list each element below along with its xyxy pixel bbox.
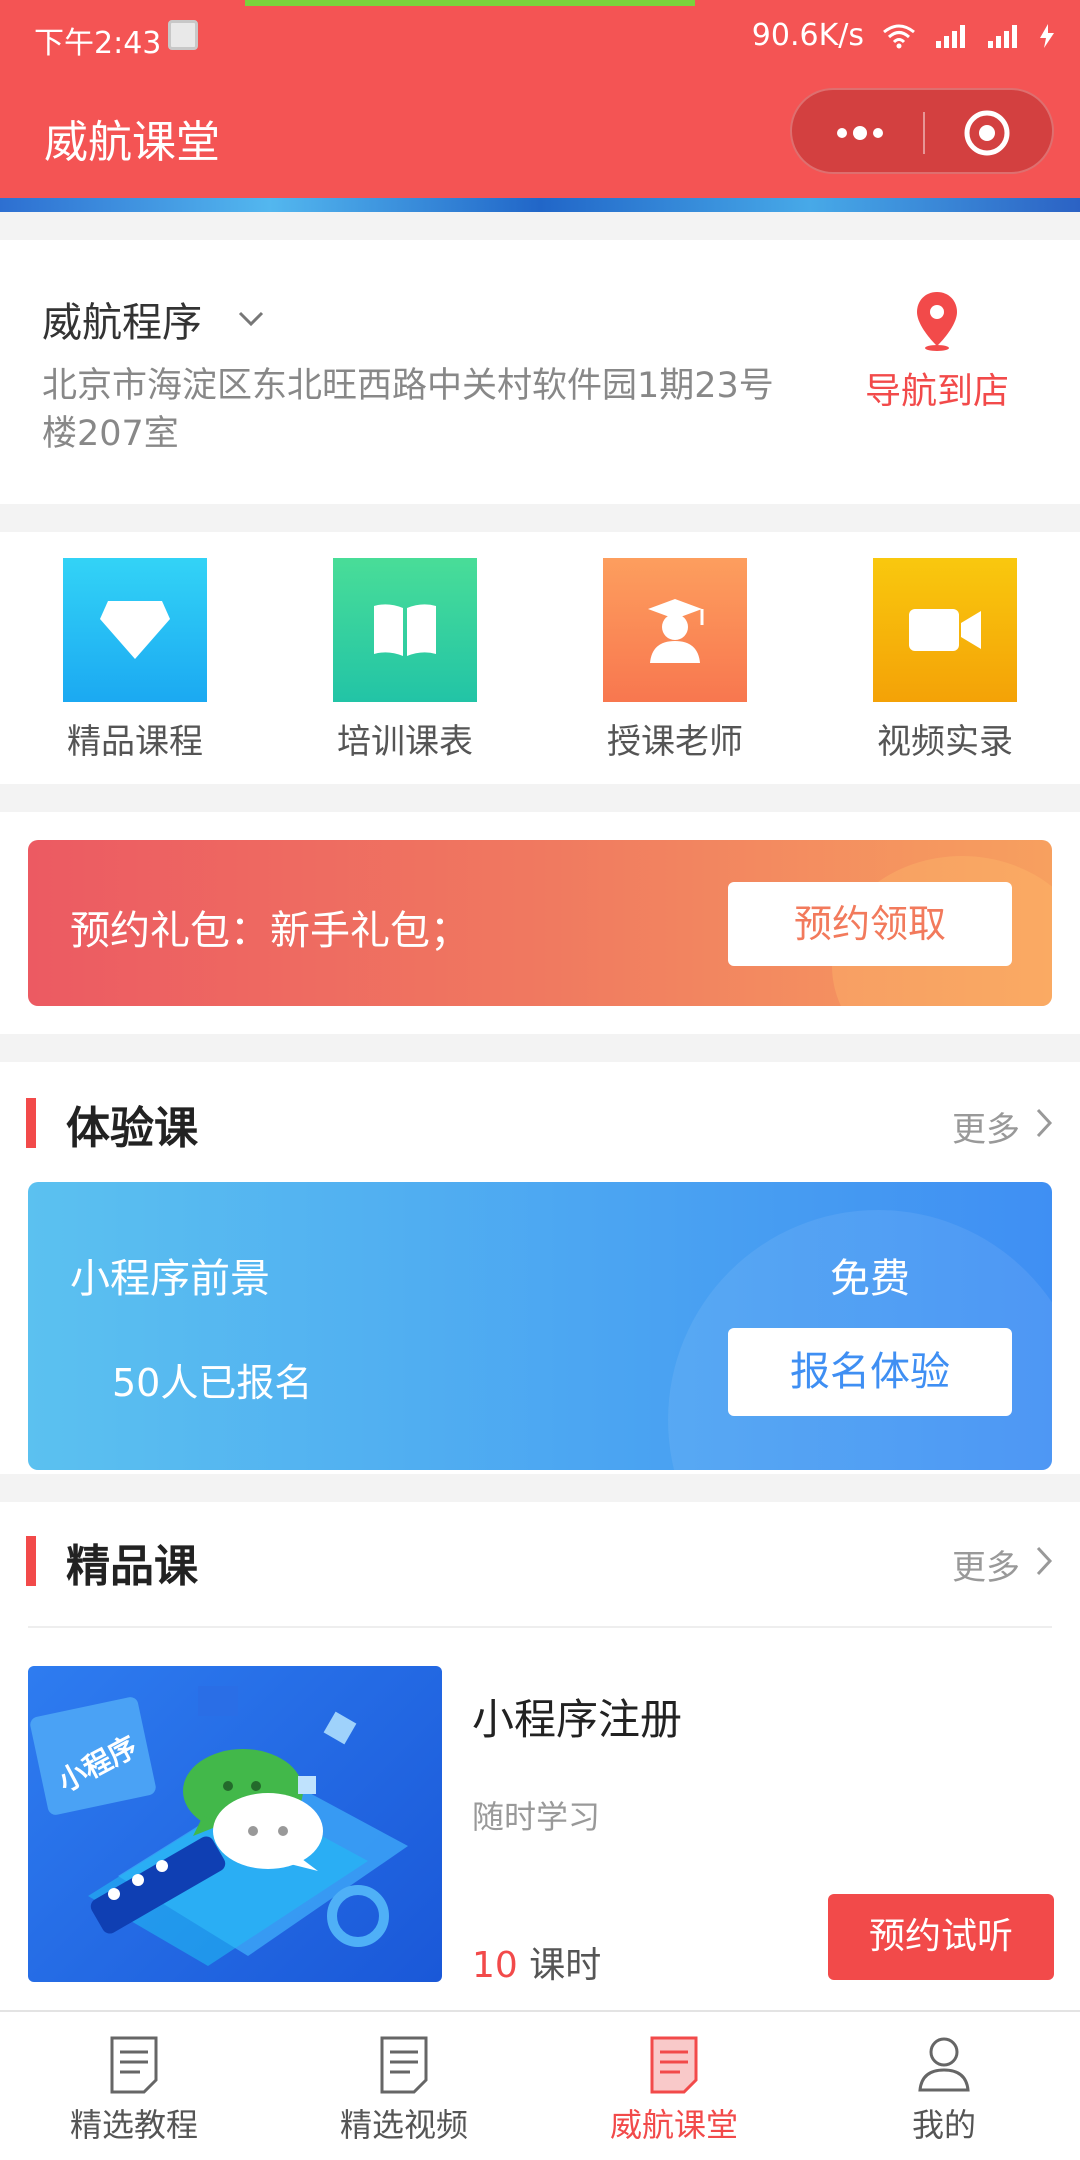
menu-label: 视频实录 xyxy=(877,722,1013,762)
chevron-right-icon[interactable] xyxy=(1034,1106,1054,1140)
enrolled-count: 50人已报名 xyxy=(112,1361,313,1405)
status-time: 下午2:43 xyxy=(34,26,162,61)
notification-icon xyxy=(168,20,198,50)
trial-course-name: 小程序前景 xyxy=(70,1256,270,1302)
store-name[interactable]: 威航程序 xyxy=(42,290,202,348)
section-title: 精品课 xyxy=(66,1541,198,1592)
video-camera-icon xyxy=(873,558,1017,702)
tab-profile[interactable]: 我的 xyxy=(844,2034,1044,2146)
store-address: 北京市海淀区东北旺西路中关村软件园1期23号楼207室 xyxy=(42,366,774,454)
menu-item-teachers[interactable]: 授课老师 xyxy=(590,558,760,763)
network-speed: 90.6K/s xyxy=(751,18,864,53)
premium-section: 精品课 更多 小程序 小程序注册 随时学习 10 课时 预约试听 xyxy=(0,1502,1080,2010)
trial-section: 体验课 更多 小程序前景 50人已报名 免费 报名体验 xyxy=(0,1062,1080,1474)
section-title: 体验课 xyxy=(66,1103,198,1154)
menu-label: 授课老师 xyxy=(607,722,743,762)
tab-label: 精选视频 xyxy=(339,2106,468,2144)
diamond-icon xyxy=(63,558,207,702)
enroll-trial-button[interactable]: 报名体验 xyxy=(728,1328,1012,1416)
tab-label: 威航课堂 xyxy=(609,2106,738,2144)
gift-banner: 预约礼包：新手礼包； 预约领取 xyxy=(28,840,1052,1006)
user-icon xyxy=(918,2037,970,2092)
page-title: 威航课堂 xyxy=(44,117,220,168)
loading-progress xyxy=(245,0,695,6)
book-trial-button[interactable]: 预约试听 xyxy=(828,1894,1054,1980)
course-hours: 10 课时 xyxy=(472,1936,601,1988)
menu-item-videos[interactable]: 视频实录 xyxy=(860,558,1030,763)
document-icon xyxy=(380,2036,428,2094)
menu-item-courses[interactable]: 精品课程 xyxy=(50,558,220,763)
menu-label: 精品课程 xyxy=(67,722,203,762)
header-bar: 下午2:43 90.6K/s 威航课堂 xyxy=(0,0,1080,198)
teacher-icon xyxy=(603,558,747,702)
store-card: 威航程序 北京市海淀区东北旺西路中关村软件园1期23号楼207室 导航到店 xyxy=(0,240,1080,504)
course-subtitle: 随时学习 xyxy=(472,1798,601,1836)
bottom-tab-bar: 精选教程 精选视频 威航课堂 我的 xyxy=(0,2010,1080,2160)
navigate-label: 导航到店 xyxy=(864,371,1009,412)
more-link[interactable]: 更多 xyxy=(952,1540,1020,1589)
tab-label: 我的 xyxy=(911,2106,976,2144)
course-title[interactable]: 小程序注册 xyxy=(472,1686,682,1747)
signal-icon xyxy=(988,24,1017,48)
claim-gift-button[interactable]: 预约领取 xyxy=(728,882,1012,966)
document-icon xyxy=(110,2036,158,2094)
chevron-down-icon[interactable] xyxy=(238,310,264,328)
navigate-to-store-button[interactable]: 导航到店 xyxy=(842,290,1032,414)
tab-videos[interactable]: 精选视频 xyxy=(304,2034,504,2146)
tab-classroom[interactable]: 威航课堂 xyxy=(574,2034,774,2146)
menu-item-schedule[interactable]: 培训课表 xyxy=(320,558,490,763)
capsule-divider xyxy=(923,112,925,154)
trial-course-card[interactable]: 小程序前景 50人已报名 免费 报名体验 xyxy=(28,1182,1052,1470)
course-thumbnail[interactable]: 小程序 xyxy=(28,1666,442,1982)
promo-section: 预约礼包：新手礼包； 预约领取 xyxy=(0,812,1080,1034)
menu-label: 培训课表 xyxy=(337,722,473,762)
tab-tutorials[interactable]: 精选教程 xyxy=(34,2034,234,2146)
more-dots-icon[interactable] xyxy=(832,112,888,154)
wifi-icon xyxy=(883,24,915,48)
status-bar: 下午2:43 90.6K/s xyxy=(0,8,1080,64)
mini-program-capsule xyxy=(790,88,1054,174)
feature-menu: 精品课程 培训课表 授课老师 视频实录 xyxy=(0,532,1080,784)
book-icon xyxy=(333,558,477,702)
banner-image[interactable] xyxy=(0,198,1080,212)
trial-price: 免费 xyxy=(830,1256,910,1302)
more-link[interactable]: 更多 xyxy=(952,1102,1020,1151)
document-icon xyxy=(650,2036,698,2094)
location-pin-icon xyxy=(917,292,957,351)
target-circle-icon[interactable] xyxy=(962,108,1012,158)
hours-unit: 课时 xyxy=(517,1945,602,1986)
signal-icon xyxy=(936,24,965,48)
chevron-right-icon[interactable] xyxy=(1034,1544,1054,1578)
tab-label: 精选教程 xyxy=(69,2106,198,2144)
hours-number: 10 xyxy=(472,1945,518,1986)
charging-icon xyxy=(1040,23,1054,48)
gift-text: 预约礼包：新手礼包； xyxy=(70,908,470,954)
